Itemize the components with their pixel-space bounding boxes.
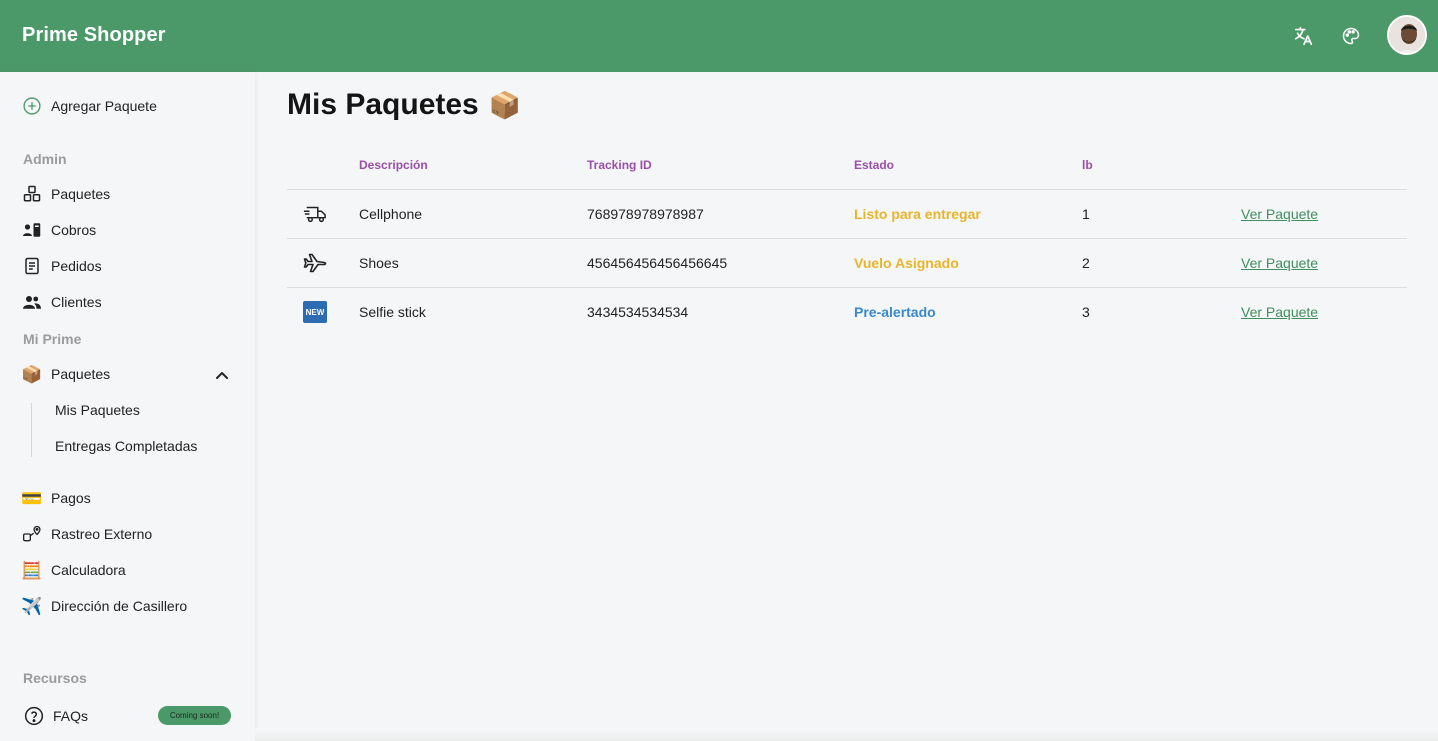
- page-title: Mis Paquetes 📦: [287, 88, 521, 122]
- row-tracking: 456456456456456645: [587, 255, 728, 271]
- row-description: Selfie stick: [359, 304, 426, 320]
- row-description: Cellphone: [359, 206, 423, 222]
- table-row: Shoes 456456456456456645 Vuelo Asignado …: [287, 239, 1407, 288]
- sidebar-item-label: Pagos: [51, 490, 91, 506]
- packages-table: Descripción Tracking ID Estado lb Cellph…: [287, 150, 1407, 337]
- row-lb: 3: [1082, 304, 1090, 320]
- chevron-up-icon[interactable]: [214, 368, 230, 384]
- sidebar-item-label: Calculadora: [51, 562, 126, 578]
- sidebar-item-rastreo-externo[interactable]: Rastreo Externo: [22, 522, 152, 546]
- row-status: Pre-alertado: [854, 304, 936, 320]
- sidebar-item-label: Pedidos: [51, 258, 102, 274]
- translate-icon[interactable]: [1292, 24, 1316, 48]
- delivery-truck-icon: [303, 202, 327, 226]
- view-package-link[interactable]: Ver Paquete: [1241, 206, 1318, 222]
- sidebar-item-label: Paquetes: [51, 366, 111, 382]
- sidebar-item-label: FAQs: [53, 708, 89, 724]
- user-avatar[interactable]: [1387, 15, 1427, 55]
- section-mi-prime: Mi Prime: [23, 331, 82, 347]
- bottom-shade: [255, 728, 1438, 741]
- row-lb: 1: [1082, 206, 1090, 222]
- sidebar-item-clientes[interactable]: Clientes: [22, 290, 102, 314]
- row-status: Vuelo Asignado: [854, 255, 959, 271]
- sidebar-item-entregas-completadas[interactable]: Entregas Completadas: [55, 438, 197, 454]
- sidebar-item-label: Rastreo Externo: [51, 526, 153, 542]
- sidebar: Agregar Paquete Admin Paquetes Cobros Pe…: [0, 72, 255, 741]
- column-header-lb: lb: [1082, 158, 1093, 172]
- users-icon: [22, 292, 42, 312]
- table-header: Descripción Tracking ID Estado lb: [287, 150, 1407, 190]
- credit-card-icon: 💳: [21, 488, 43, 508]
- coming-soon-badge: Coming soon!: [158, 706, 231, 725]
- app-title[interactable]: Prime Shopper: [22, 24, 166, 47]
- row-tracking: 3434534534534: [587, 304, 689, 320]
- add-package-label: Agregar Paquete: [51, 98, 157, 114]
- view-package-link[interactable]: Ver Paquete: [1241, 304, 1318, 320]
- app-header: Prime Shopper: [0, 0, 1438, 72]
- airplane-icon: [303, 251, 327, 275]
- sidebar-item-mis-paquetes[interactable]: Mis Paquetes: [55, 402, 140, 418]
- id-card-icon: [22, 220, 42, 240]
- table-row: Cellphone 768978978978987 Listo para ent…: [287, 190, 1407, 239]
- row-description: Shoes: [359, 255, 399, 271]
- sidebar-item-paquetes-admin[interactable]: Paquetes: [22, 182, 110, 206]
- package-icon: 📦: [488, 89, 522, 120]
- section-recursos: Recursos: [23, 670, 87, 686]
- package-icon: 📦: [21, 364, 43, 384]
- airplane-icon: ✈️: [21, 596, 43, 616]
- palette-icon[interactable]: [1339, 24, 1363, 48]
- sidebar-item-label: Cobros: [51, 222, 97, 238]
- plus-circle-icon: [22, 96, 42, 116]
- row-lb: 2: [1082, 255, 1090, 271]
- sidebar-item-label: Dirección de Casillero: [51, 598, 188, 614]
- table-row: NEW Selfie stick 3434534534534 Pre-alert…: [287, 288, 1407, 337]
- sidebar-item-pagos[interactable]: 💳 Pagos: [21, 486, 91, 510]
- sidebar-item-paquetes[interactable]: 📦 Paquetes: [21, 362, 111, 386]
- question-circle-icon: [24, 706, 44, 726]
- route-icon: [22, 524, 42, 544]
- view-package-link[interactable]: Ver Paquete: [1241, 255, 1318, 271]
- column-header-status: Estado: [854, 158, 895, 172]
- section-admin: Admin: [23, 151, 67, 167]
- new-badge-label: NEW: [303, 301, 327, 323]
- sidebar-item-label: Paquetes: [51, 186, 111, 202]
- submenu-divider: [31, 403, 32, 457]
- sidebar-item-faqs[interactable]: FAQs: [24, 704, 88, 728]
- page-title-text: Mis Paquetes: [287, 88, 479, 121]
- document-icon: [22, 256, 42, 276]
- boxes-icon: [22, 184, 42, 204]
- sidebar-item-pedidos[interactable]: Pedidos: [22, 254, 102, 278]
- row-tracking: 768978978978987: [587, 206, 704, 222]
- sidebar-item-calculadora[interactable]: 🧮 Calculadora: [21, 558, 126, 582]
- add-package-button[interactable]: Agregar Paquete: [22, 94, 157, 118]
- new-badge-icon: NEW: [303, 300, 327, 324]
- row-status: Listo para entregar: [854, 206, 981, 222]
- column-header-description: Descripción: [359, 158, 428, 172]
- sidebar-item-direccion-casillero[interactable]: ✈️ Dirección de Casillero: [21, 594, 188, 618]
- sidebar-item-label: Clientes: [51, 294, 102, 310]
- sidebar-item-cobros[interactable]: Cobros: [22, 218, 96, 242]
- calculator-icon: 🧮: [21, 560, 43, 580]
- column-header-tracking: Tracking ID: [587, 158, 652, 172]
